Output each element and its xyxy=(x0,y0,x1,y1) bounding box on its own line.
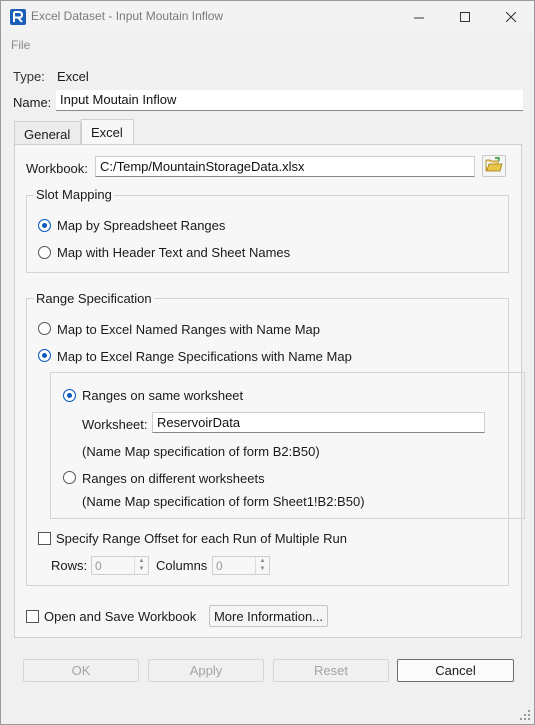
close-icon[interactable] xyxy=(488,1,534,33)
checkbox-open-save-workbook-label[interactable]: Open and Save Workbook xyxy=(44,609,196,624)
tab-general[interactable]: General xyxy=(14,121,81,145)
columns-label: Columns xyxy=(156,558,208,573)
more-information-button[interactable]: More Information... xyxy=(209,605,328,627)
radio-named-ranges-label[interactable]: Map to Excel Named Ranges with Name Map xyxy=(57,322,320,337)
radio-same-worksheet-label[interactable]: Ranges on same worksheet xyxy=(82,388,243,403)
menu-bar xyxy=(1,35,534,55)
open-folder-button[interactable] xyxy=(482,155,506,177)
radio-map-by-ranges-label[interactable]: Map by Spreadsheet Ranges xyxy=(57,218,225,233)
name-input[interactable]: Input Moutain Inflow xyxy=(56,90,523,111)
rows-value: 0 xyxy=(95,559,102,573)
columns-spinner[interactable]: 0 ▲ ▼ xyxy=(212,556,270,575)
radio-map-header-text[interactable] xyxy=(38,246,51,259)
radio-map-header-text-label[interactable]: Map with Header Text and Sheet Names xyxy=(57,245,290,260)
minimize-icon[interactable] xyxy=(396,1,442,33)
menu-file[interactable]: File xyxy=(11,38,30,52)
apply-button[interactable]: Apply xyxy=(148,659,264,682)
name-label: Name: xyxy=(13,95,52,110)
radio-same-worksheet[interactable] xyxy=(63,389,76,402)
workbook-path-input[interactable]: C:/Temp/MountainStorageData.xlsx xyxy=(95,156,475,177)
radio-different-worksheets[interactable] xyxy=(63,471,76,484)
checkbox-open-save-workbook[interactable] xyxy=(26,610,39,623)
worksheet-input[interactable]: ReservoirData xyxy=(152,412,485,433)
type-label: Type: xyxy=(13,69,45,84)
tab-excel[interactable]: Excel xyxy=(81,119,134,144)
resize-grip-icon[interactable] xyxy=(519,709,531,724)
different-worksheets-hint: (Name Map specification of form Sheet1!B… xyxy=(82,494,365,509)
dialog-window: Excel Dataset - Input Moutain Inflow Fil… xyxy=(0,0,535,725)
rows-spinner-arrows-icon[interactable]: ▲ ▼ xyxy=(134,557,148,574)
title-bar[interactable]: Excel Dataset - Input Moutain Inflow xyxy=(1,1,534,33)
checkbox-range-offset[interactable] xyxy=(38,532,51,545)
radio-different-worksheets-label[interactable]: Ranges on different worksheets xyxy=(82,471,265,486)
columns-value: 0 xyxy=(216,559,223,573)
radio-range-specifications-label[interactable]: Map to Excel Range Specifications with N… xyxy=(57,349,352,364)
rows-label: Rows: xyxy=(51,558,88,573)
same-worksheet-hint: (Name Map specification of form B2:B50) xyxy=(82,444,320,459)
radio-range-specifications[interactable] xyxy=(38,349,51,362)
checkbox-range-offset-label[interactable]: Specify Range Offset for each Run of Mul… xyxy=(56,531,347,546)
maximize-icon[interactable] xyxy=(442,1,488,33)
window-title: Excel Dataset - Input Moutain Inflow xyxy=(31,9,224,23)
type-value: Excel xyxy=(57,69,89,84)
ok-button[interactable]: OK xyxy=(23,659,139,682)
app-logo-icon xyxy=(10,9,26,25)
rows-spinner[interactable]: 0 ▲ ▼ xyxy=(91,556,149,575)
workbook-label: Workbook: xyxy=(26,161,88,176)
radio-named-ranges[interactable] xyxy=(38,322,51,335)
worksheet-label: Worksheet: xyxy=(82,417,148,432)
reset-button[interactable]: Reset xyxy=(273,659,389,682)
slot-mapping-title: Slot Mapping xyxy=(34,187,114,202)
columns-spinner-arrows-icon[interactable]: ▲ ▼ xyxy=(255,557,269,574)
radio-map-by-ranges[interactable] xyxy=(38,219,51,232)
slot-mapping-group xyxy=(26,195,509,273)
folder-open-icon xyxy=(485,156,503,176)
range-specification-title: Range Specification xyxy=(34,291,154,306)
cancel-button[interactable]: Cancel xyxy=(397,659,514,682)
